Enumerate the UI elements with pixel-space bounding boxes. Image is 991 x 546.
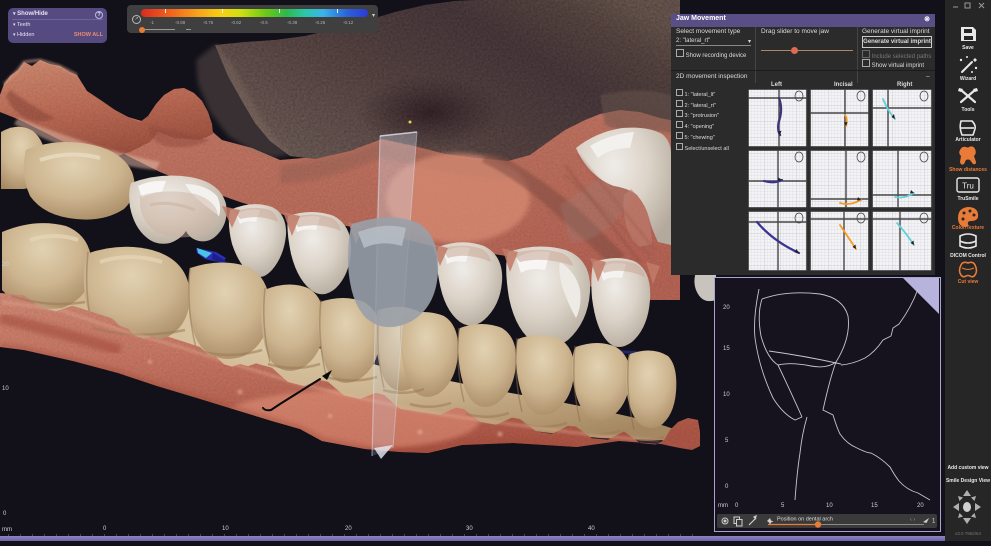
svg-text:Tools: Tools	[962, 107, 975, 113]
svg-text:20: 20	[723, 305, 730, 311]
svg-text:TruSmile: TruSmile	[957, 196, 978, 202]
svg-text:20: 20	[917, 503, 924, 509]
svg-text:15: 15	[871, 503, 878, 509]
svg-text:0: 0	[735, 503, 739, 509]
svg-text:10: 10	[723, 392, 730, 398]
svg-text:10: 10	[826, 503, 833, 509]
svg-text:Articulator: Articulator	[955, 137, 980, 143]
svg-text:v3.0 7862/64: v3.0 7862/64	[955, 531, 982, 536]
svg-text:Add custom view: Add custom view	[947, 465, 988, 471]
svg-text:Smile Design View: Smile Design View	[946, 478, 990, 484]
svg-text:Save: Save	[962, 45, 974, 51]
svg-text:mm: mm	[718, 503, 728, 509]
svg-text:1: 1	[932, 519, 936, 525]
svg-text:Position on dental arch: Position on dental arch	[777, 517, 833, 523]
svg-text:5: 5	[781, 503, 785, 509]
svg-text:Cut view: Cut view	[958, 279, 979, 285]
svg-text:Color/Texture: Color/Texture	[952, 225, 984, 231]
svg-text:DICOM Control: DICOM Control	[950, 253, 986, 259]
svg-text:5: 5	[725, 438, 729, 444]
svg-text:0: 0	[725, 484, 729, 490]
svg-text:Show distances: Show distances	[949, 167, 987, 173]
svg-text:15: 15	[723, 346, 730, 352]
svg-text:‹ ›: ‹ ›	[910, 517, 915, 523]
svg-text:Tru: Tru	[962, 182, 974, 191]
svg-text:Wizard: Wizard	[960, 76, 976, 82]
